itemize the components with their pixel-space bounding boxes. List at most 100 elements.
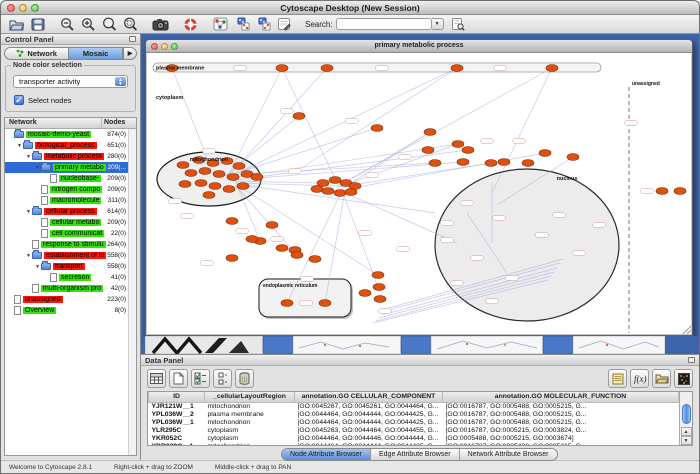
search-dropdown-arrow-icon[interactable]: ▼	[432, 18, 444, 30]
column-header-annotation-go-molecular-function[interactable]: annotation.GO MOLECULAR_FUNCTION	[443, 392, 679, 402]
network-node[interactable]	[371, 125, 383, 132]
network-node[interactable]	[293, 113, 305, 120]
table-row[interactable]: YJR121W__1mitochondrion[GO:0045267, GO:0…	[149, 402, 679, 410]
select-nodes-checkbox[interactable]: ✓	[14, 95, 24, 105]
layout-a-icon[interactable]	[231, 16, 252, 33]
network-node[interactable]	[195, 180, 207, 187]
column-header-annotation-go-cellular-component[interactable]: annotation.GO CELLULAR_COMPONENT	[295, 392, 443, 402]
disclosure-triangle-icon[interactable]: ▼	[34, 165, 41, 171]
network-edge[interactable]	[227, 68, 282, 178]
network-node[interactable]	[223, 186, 235, 193]
network-edge[interactable]	[235, 185, 297, 255]
network-window-titlebar[interactable]: primary metabolic process	[146, 40, 692, 53]
network-node[interactable]	[321, 65, 333, 72]
zoom-selected-icon[interactable]	[120, 16, 141, 33]
tree-row-metabolic-process[interactable]: ▼metabolic process280(0)	[5, 151, 128, 162]
network-edge[interactable]	[339, 144, 458, 187]
network-node[interactable]	[429, 160, 441, 167]
open-icon[interactable]	[6, 16, 27, 33]
matrix-view-icon[interactable]	[674, 369, 693, 388]
network-node[interactable]	[203, 192, 215, 199]
tree-row-multi-organism-pro[interactable]: multi-organism pro42(0)	[5, 283, 128, 294]
network-node[interactable]	[177, 162, 189, 169]
app-titlebar[interactable]: Cytoscape Desktop (New Session)	[1, 1, 699, 15]
tab-edge-attribute-browser[interactable]: Edge Attribute Browser	[371, 449, 460, 460]
disclosure-triangle-icon[interactable]: ▼	[25, 154, 32, 160]
network-node[interactable]	[281, 300, 293, 307]
help-icon[interactable]	[180, 16, 201, 33]
network-node[interactable]	[374, 296, 386, 303]
disclosure-triangle-icon[interactable]: ▼	[34, 264, 41, 270]
network-node[interactable]	[546, 65, 558, 72]
network-edge[interactable]	[227, 128, 377, 176]
tree-row-cellular-metabo[interactable]: cellular metabo209(0)	[5, 217, 128, 228]
network-node[interactable]	[452, 141, 464, 148]
scroll-up-icon[interactable]: ▲	[681, 427, 692, 436]
network-edge[interactable]	[229, 68, 457, 177]
tree-row-transport[interactable]: ▼transport558(0)	[5, 261, 128, 272]
tree-row-cellular-process[interactable]: ▼cellular process614(0)	[5, 206, 128, 217]
tab-network-attribute-browser[interactable]: Network Attribute Browser	[460, 449, 557, 460]
disclosure-triangle-icon[interactable]: ▼	[25, 253, 32, 259]
network-node[interactable]	[567, 154, 579, 161]
tree-scrollbar[interactable]	[128, 129, 136, 455]
table-row[interactable]: YPL036W__2plasma membrane[GO:0044464, GO…	[149, 410, 679, 418]
network-node[interactable]	[656, 188, 668, 195]
select-attributes-icon[interactable]	[191, 369, 210, 388]
network-node[interactable]	[185, 170, 197, 177]
network-node[interactable]	[485, 160, 497, 167]
table-scrollbar[interactable]: ▲ ▼	[679, 392, 692, 445]
disclosure-triangle-icon[interactable]: ▼	[16, 143, 23, 149]
zoom-in-icon[interactable]	[78, 16, 99, 33]
column-network[interactable]: Network	[5, 118, 102, 128]
annotation-icon[interactable]	[273, 16, 294, 33]
network-node[interactable]	[251, 174, 263, 181]
tree-row-mosaic-demo-yeast[interactable]: mosaic-demo-yeast874(0)	[5, 129, 128, 140]
tree-row-primary-metabo[interactable]: ▼primary metabo209(...	[5, 162, 128, 173]
network-node[interactable]	[209, 183, 221, 190]
table-row[interactable]: YLR295Ccytoplasm[GO:0045263, GO:0044464,…	[149, 426, 679, 434]
network-node[interactable]	[674, 188, 686, 195]
network-edge[interactable]	[337, 68, 552, 186]
network-node[interactable]	[179, 181, 191, 188]
network-node[interactable]	[237, 183, 249, 190]
background-windows[interactable]	[145, 336, 697, 354]
import-attributes-icon[interactable]	[652, 369, 671, 388]
tree-row-unassigned[interactable]: unassigned223(0)	[5, 294, 128, 305]
network-node[interactable]	[424, 129, 436, 136]
new-attribute-icon[interactable]	[169, 369, 188, 388]
snapshot-icon[interactable]	[150, 16, 171, 33]
network-node[interactable]	[345, 189, 357, 196]
network-node[interactable]	[199, 168, 211, 175]
network-node[interactable]	[226, 218, 238, 225]
tree-row-nucleobase[interactable]: nucleobase-209(0)	[5, 173, 128, 184]
tree-row-nitrogen-compo[interactable]: nitrogen compo209(0)	[5, 184, 128, 195]
network-node[interactable]	[359, 290, 371, 297]
tabs-overflow-button[interactable]: ▶	[123, 47, 137, 60]
network-node[interactable]	[276, 65, 288, 72]
table-row[interactable]: YKR052Ccytoplasm[GO:0044464, GO:0044446,…	[149, 434, 679, 442]
network-node[interactable]	[539, 150, 551, 157]
save-icon[interactable]	[27, 16, 48, 33]
network-edge[interactable]	[237, 184, 435, 213]
network-canvas[interactable]: plasma membrane cytoplasm mitochondrion …	[147, 53, 691, 334]
vizmapper-icon[interactable]	[210, 16, 231, 33]
tree-row-macromolecule[interactable]: macromolecule311(0)	[5, 195, 128, 206]
network-edge[interactable]	[297, 68, 457, 171]
filter-icon[interactable]	[448, 16, 469, 33]
notes-icon[interactable]	[608, 369, 627, 388]
network-node[interactable]	[372, 272, 384, 279]
color-attribute-dropdown[interactable]: transporter activity ▲▼	[13, 75, 128, 88]
network-node[interactable]	[322, 188, 334, 195]
network-node[interactable]	[329, 177, 341, 184]
network-node[interactable]	[498, 159, 510, 166]
network-node[interactable]	[227, 174, 239, 181]
disclosure-triangle-icon[interactable]: ▼	[25, 209, 32, 215]
column-header-id[interactable]: ID	[149, 392, 205, 402]
network-edge[interactable]	[339, 163, 491, 187]
zoom-out-icon[interactable]	[57, 16, 78, 33]
network-node[interactable]	[457, 159, 469, 166]
scrollbar-thumb[interactable]	[682, 404, 691, 424]
network-node[interactable]	[334, 190, 346, 197]
network-node[interactable]	[276, 245, 288, 252]
